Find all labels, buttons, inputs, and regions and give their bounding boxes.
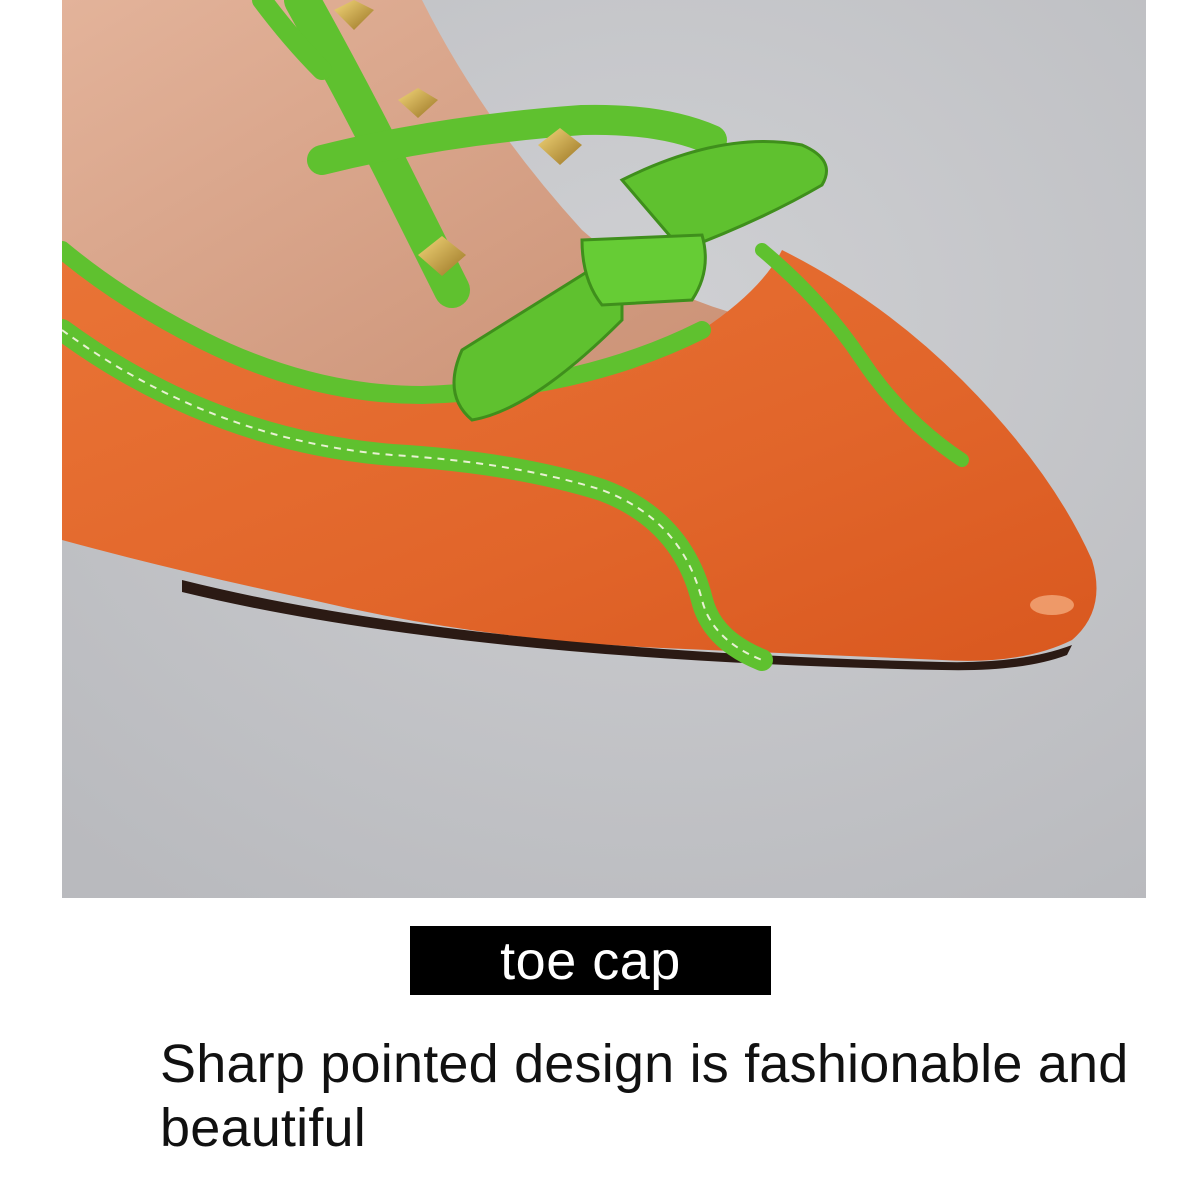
feature-caption: Sharp pointed design is fashionable and … xyxy=(160,1034,1129,1158)
toe-highlight xyxy=(1030,595,1074,615)
feature-label-text: toe cap xyxy=(500,930,681,991)
shoe-illustration xyxy=(62,0,1146,898)
feature-label: toe cap xyxy=(410,926,771,995)
product-photo xyxy=(62,0,1146,898)
